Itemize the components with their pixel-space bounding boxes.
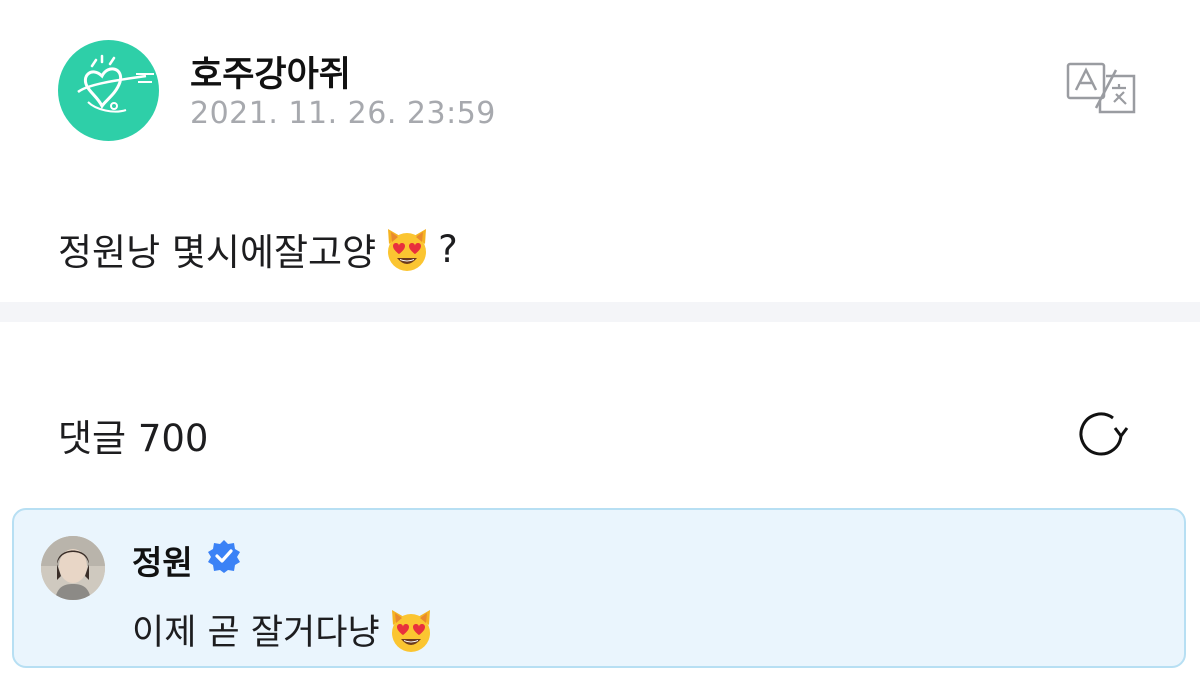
comment-item[interactable]: 정원 이제 곧 잘거다냥 xyxy=(12,508,1186,668)
comments-count-title: 댓글 700 xyxy=(58,417,209,460)
post-body: 정원낭 몇시에잘고양 ? xyxy=(58,222,458,276)
commenter-name[interactable]: 정원 xyxy=(132,536,193,584)
smiling-cat-heart-eyes-icon xyxy=(386,605,436,655)
post-header: 호주강아쥐 2021. 11. 26. 23:59 xyxy=(58,40,1158,144)
heart-logo-icon xyxy=(77,54,154,113)
profile-photo xyxy=(41,536,105,600)
author-avatar[interactable] xyxy=(58,40,159,141)
commenter-avatar[interactable] xyxy=(41,536,105,600)
smiling-cat-heart-eyes-icon xyxy=(382,224,432,274)
post-text-suffix: ? xyxy=(438,227,458,271)
comment-text-body: 이제 곧 잘거다냥 xyxy=(132,613,380,653)
section-divider xyxy=(0,302,1200,322)
translate-button[interactable] xyxy=(1066,62,1138,114)
post-text: 정원낭 몇시에잘고양 xyxy=(58,231,377,274)
refresh-icon xyxy=(1079,412,1129,456)
refresh-button[interactable] xyxy=(1072,406,1132,462)
post-timestamp: 2021. 11. 26. 23:59 xyxy=(190,96,496,131)
comment-text: 이제 곧 잘거다냥 xyxy=(132,604,436,655)
verified-badge-icon xyxy=(208,540,240,573)
translate-icon xyxy=(1066,62,1136,114)
author-name[interactable]: 호주강아쥐 xyxy=(190,46,351,97)
